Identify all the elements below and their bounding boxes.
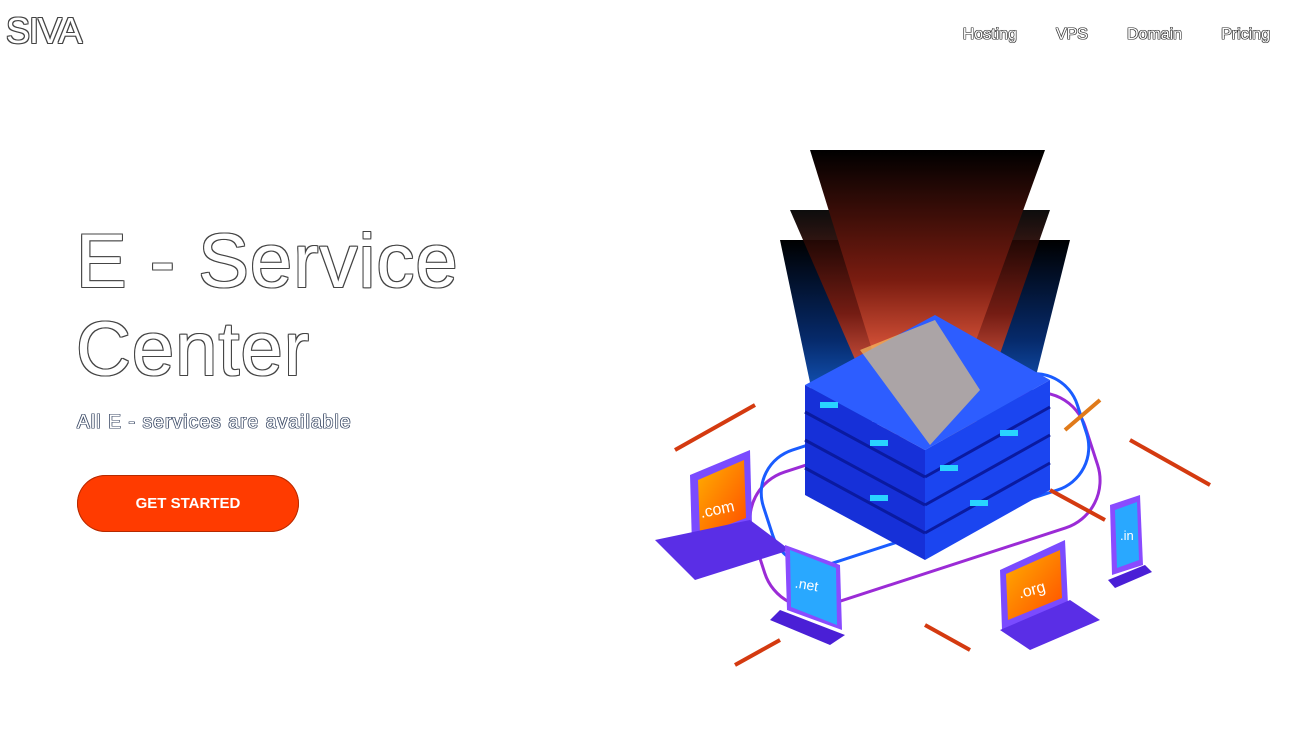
nav-vps[interactable]: VPS bbox=[1056, 26, 1088, 44]
hero-title-line2: Center bbox=[76, 307, 311, 392]
hero-subtitle: All E - services are available bbox=[77, 412, 352, 433]
nav-domain[interactable]: Domain bbox=[1127, 26, 1182, 44]
tld-in-label: .in bbox=[1120, 528, 1134, 543]
laptop-com-icon: .com bbox=[655, 450, 790, 580]
server-network-illustration: .com .net .org .in bbox=[655, 150, 1211, 667]
hero-title-line1: E - Service bbox=[76, 219, 459, 304]
laptop-org-icon: .org bbox=[1000, 540, 1100, 650]
nav-hosting[interactable]: Hosting bbox=[963, 26, 1017, 44]
main-nav: Hosting VPS Domain Pricing bbox=[924, 26, 1270, 44]
phone-in-icon: .in bbox=[1108, 495, 1152, 588]
hero-title: E - Service Center bbox=[76, 218, 459, 394]
get-started-button[interactable]: GET STARTED bbox=[77, 475, 299, 532]
nav-pricing[interactable]: Pricing bbox=[1221, 26, 1270, 44]
logo[interactable]: SIVA bbox=[6, 10, 82, 52]
monitor-net-icon: .net bbox=[770, 545, 845, 645]
